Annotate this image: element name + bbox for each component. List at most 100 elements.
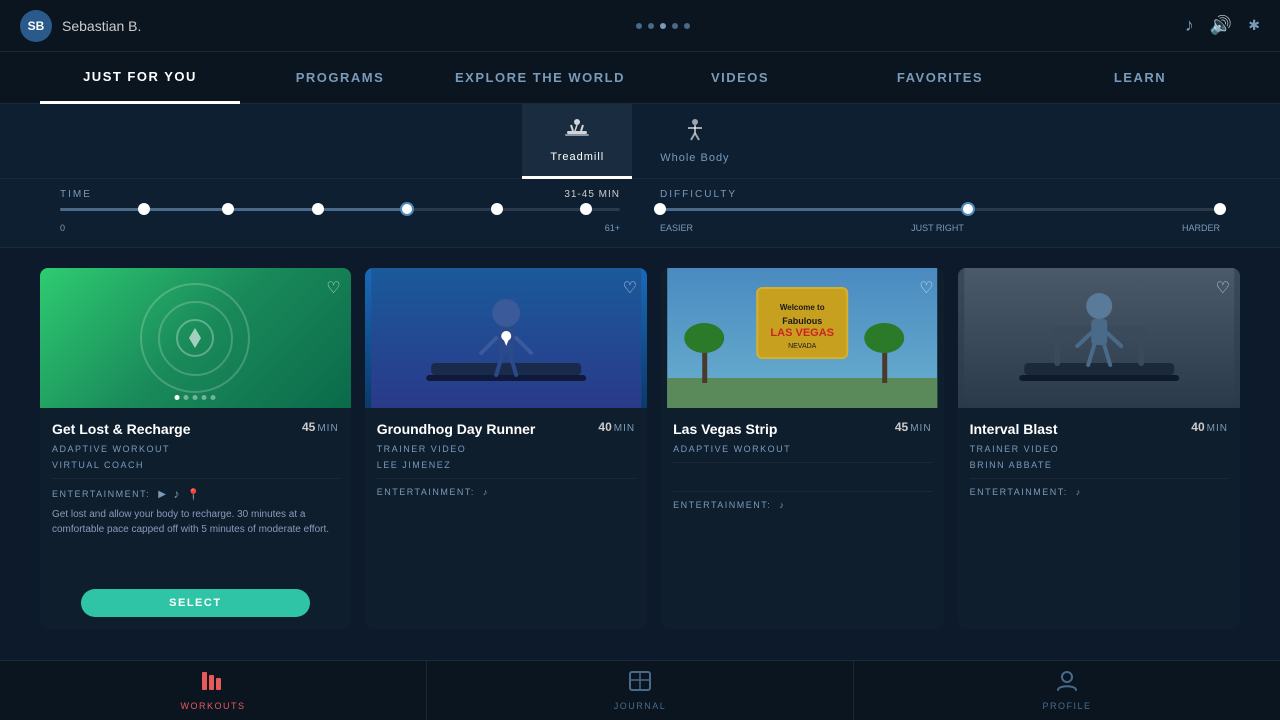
bluetooth-icon[interactable]: ✱: [1248, 17, 1260, 34]
card-4-music-icon: ♪: [1076, 487, 1082, 497]
time-value: 31-45 MIN: [564, 189, 620, 200]
play-icon: ▶: [158, 489, 167, 500]
card-4-trainer: BRINN ABBATE: [970, 460, 1228, 470]
difficulty-filter: DIFFICULTY EASIER JUST RIGHT HARDER: [660, 189, 1220, 233]
dot-1: [636, 23, 642, 29]
difficulty-label: DIFFICULTY: [660, 189, 737, 200]
card-4-duration: 40 MIN: [1191, 420, 1228, 434]
card-3-body: Las Vegas Strip 45 MIN ADAPTIVE WORKOUT …: [661, 408, 943, 629]
time-min-label: 0: [60, 223, 65, 233]
dot-5: [684, 23, 690, 29]
card-dot-2: [184, 395, 189, 400]
volume-icon[interactable]: 🔊: [1210, 15, 1232, 36]
select-button[interactable]: SELECT: [81, 589, 310, 617]
card-3-duration: 45 MIN: [895, 420, 932, 434]
card-4-type: TRAINER VIDEO: [970, 444, 1228, 454]
dot-4: [672, 23, 678, 29]
time-slider-dot-active[interactable]: [400, 202, 414, 216]
time-slider-dot-2[interactable]: [222, 203, 234, 215]
card-2-trainer: LEE JIMENEZ: [377, 460, 635, 470]
card-1-description: Get lost and allow your body to recharge…: [52, 507, 339, 537]
nav-favorites[interactable]: FAVORITES: [840, 52, 1040, 104]
profile-icon: [1055, 670, 1079, 698]
tab-treadmill[interactable]: Treadmill: [522, 104, 632, 179]
tab-treadmill-label: Treadmill: [550, 151, 604, 163]
card-1-dots: [175, 395, 216, 400]
time-slider-dot-5[interactable]: [491, 203, 503, 215]
journal-label: JOURNAL: [614, 701, 667, 711]
card-dot-1: [175, 395, 180, 400]
avatar: SB: [20, 10, 52, 42]
user-info: SB Sebastian B.: [20, 10, 141, 42]
time-slider-track[interactable]: [60, 208, 620, 211]
card-1-type: ADAPTIVE WORKOUT: [52, 444, 339, 454]
card-get-lost: ♡ Get Lost & Recharge 45 MIN ADAPTIVE WO…: [40, 268, 351, 629]
card-3-type: ADAPTIVE WORKOUT: [673, 444, 931, 454]
card-2-title: Groundhog Day Runner: [377, 420, 536, 438]
card-4-entertainment: ENTERTAINMENT: ♪: [970, 487, 1228, 497]
diff-dot-active[interactable]: [961, 202, 975, 216]
card-groundhog: ♡ Groundhog Day Runner 40 MIN TRAINER VI…: [365, 268, 647, 629]
sub-nav: Treadmill Whole Body: [0, 104, 1280, 179]
app-header: SB Sebastian B. ♪ 🔊 ✱: [0, 0, 1280, 52]
tab-whole-body[interactable]: Whole Body: [632, 104, 757, 179]
workouts-label: WORKOUTS: [181, 701, 246, 711]
username-label: Sebastian B.: [62, 18, 141, 34]
difficulty-slider-track[interactable]: [660, 208, 1220, 211]
header-dots: [636, 23, 690, 29]
card-2-type: TRAINER VIDEO: [377, 444, 635, 454]
diff-dot-1[interactable]: [654, 203, 666, 215]
diff-easier-label: EASIER: [660, 223, 693, 233]
nav-explore-world[interactable]: EXPLORE THE WORLD: [440, 52, 640, 104]
main-nav: JUST FOR YOU PROGRAMS EXPLORE THE WORLD …: [0, 52, 1280, 104]
treadmill-icon: [563, 117, 591, 147]
card-1-divider: [52, 478, 339, 479]
time-filter: TIME 31-45 MIN 0 61+: [60, 189, 620, 233]
dot-2: [648, 23, 654, 29]
profile-label: PROFILE: [1042, 701, 1091, 711]
card-4-divider: [970, 478, 1228, 479]
card-dot-4: [202, 395, 207, 400]
bottom-workouts[interactable]: WORKOUTS: [0, 661, 426, 720]
diff-dot-3[interactable]: [1214, 203, 1226, 215]
nav-programs[interactable]: PROGRAMS: [240, 52, 440, 104]
card-3-favorite[interactable]: ♡: [919, 278, 933, 298]
card-2-duration: 40 MIN: [598, 420, 635, 434]
card-1-image: ♡: [40, 268, 351, 408]
nav-learn[interactable]: LEARN: [1040, 52, 1240, 104]
svg-text:Welcome to: Welcome to: [780, 303, 825, 312]
svg-text:NEVADA: NEVADA: [788, 343, 817, 350]
nav-just-for-you[interactable]: JUST FOR YOU: [40, 52, 240, 104]
music-note-icon: ♪: [173, 487, 181, 501]
card-4-body: Interval Blast 40 MIN TRAINER VIDEO BRIN…: [958, 408, 1240, 629]
tab-whole-body-label: Whole Body: [660, 152, 729, 164]
nav-videos[interactable]: VIDEOS: [640, 52, 840, 104]
filters-bar: TIME 31-45 MIN 0 61+ DIFFICULTY E: [0, 179, 1280, 248]
whole-body-icon: [681, 118, 709, 148]
card-1-favorite[interactable]: ♡: [326, 278, 340, 298]
card-3-title: Las Vegas Strip: [673, 420, 777, 438]
card-1-title: Get Lost & Recharge: [52, 420, 190, 438]
card-dot-3: [193, 395, 198, 400]
diff-just-right-label: JUST RIGHT: [911, 223, 964, 233]
music-icon[interactable]: ♪: [1185, 15, 1194, 36]
journal-icon: [628, 670, 652, 698]
card-2-favorite[interactable]: ♡: [623, 278, 637, 298]
card-4-image: ♡: [958, 268, 1240, 408]
card-interval-blast: ♡ Interval Blast 40 MIN TRAINER VIDEO BR…: [958, 268, 1240, 629]
bottom-profile[interactable]: PROFILE: [854, 661, 1280, 720]
card-2-image: ♡: [365, 268, 647, 408]
card-3-entertainment: ENTERTAINMENT: ♪: [673, 500, 931, 510]
time-slider-dot-1[interactable]: [138, 203, 150, 215]
card-4-favorite[interactable]: ♡: [1216, 278, 1230, 298]
bottom-journal[interactable]: JOURNAL: [427, 661, 853, 720]
card-2-body: Groundhog Day Runner 40 MIN TRAINER VIDE…: [365, 408, 647, 629]
card-1-entertainment: ENTERTAINMENT: ▶ ♪ 📍: [52, 487, 339, 501]
svg-text:LAS VEGAS: LAS VEGAS: [771, 327, 835, 339]
time-slider-dot-6[interactable]: [580, 203, 592, 215]
time-slider-dot-3[interactable]: [312, 203, 324, 215]
cards-container: ♡ Get Lost & Recharge 45 MIN ADAPTIVE WO…: [0, 248, 1280, 649]
card-3-divider-2: [673, 491, 931, 492]
card-1-body: Get Lost & Recharge 45 MIN ADAPTIVE WORK…: [40, 408, 351, 629]
card-2-music-icon: ♪: [483, 487, 489, 497]
